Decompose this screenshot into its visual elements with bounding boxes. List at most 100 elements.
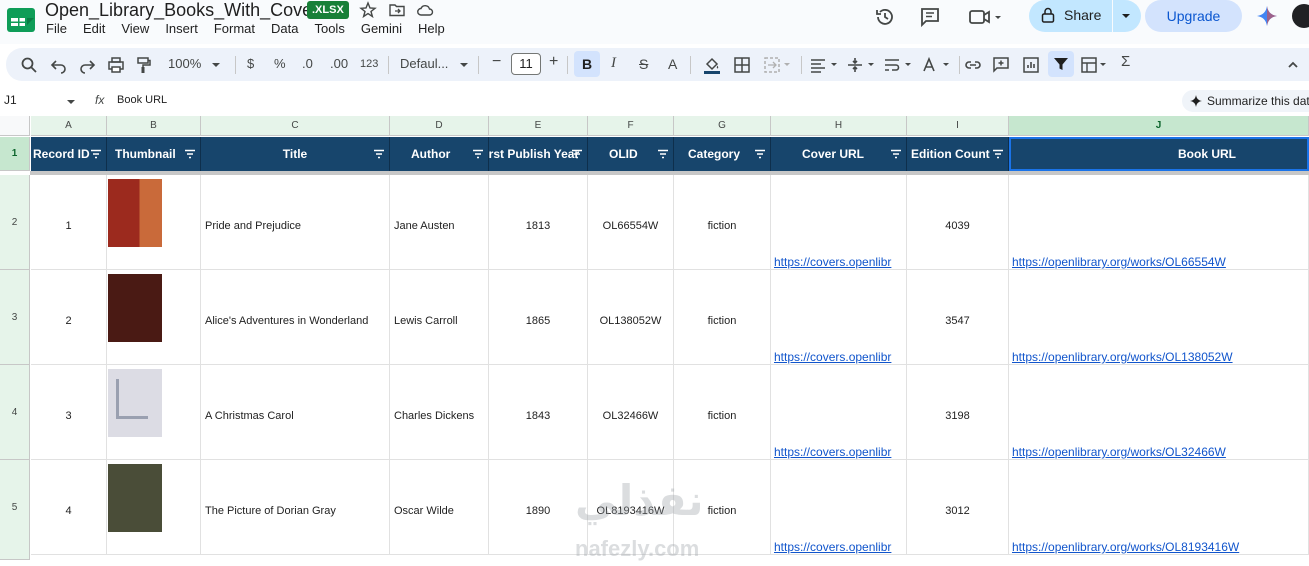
thumbnail-cell[interactable] [107, 365, 201, 460]
column-header-e[interactable]: E [489, 116, 588, 136]
book-url-link[interactable]: https://openlibrary.org/works/OL66554W [1012, 255, 1226, 269]
olid-cell[interactable]: OL66554W [588, 175, 674, 270]
formula-input[interactable]: Book URL [117, 94, 167, 106]
zoom-select[interactable]: 100% [168, 56, 201, 72]
menu-format[interactable]: Format [214, 21, 255, 37]
book-url-cell[interactable]: https://openlibrary.org/works/OL66554W [1009, 175, 1309, 270]
record-id-cell[interactable]: 1 [31, 175, 107, 270]
cover-url-cell[interactable]: https://covers.openlibr [771, 460, 907, 555]
search-menus-icon[interactable] [20, 56, 38, 74]
menu-insert[interactable]: Insert [165, 21, 198, 37]
filter-views-icon[interactable] [1080, 56, 1110, 74]
redo-icon[interactable] [78, 56, 96, 74]
cover-url-cell[interactable]: https://covers.openlibr [771, 270, 907, 365]
comments-icon[interactable] [919, 6, 941, 28]
header-cell-thumbnail[interactable]: Thumbnail [107, 137, 201, 171]
select-all-corner[interactable] [0, 116, 30, 136]
row-header-3[interactable]: 3 [0, 270, 30, 365]
title-cell[interactable]: The Picture of Dorian Gray [201, 460, 390, 555]
column-filter-icon[interactable] [90, 148, 102, 160]
text-color-button[interactable]: A [668, 56, 677, 72]
olid-cell[interactable]: OL138052W [588, 270, 674, 365]
insert-link-icon[interactable] [964, 56, 982, 74]
title-cell[interactable]: Alice's Adventures in Wonderland [201, 270, 390, 365]
header-cell-book-url[interactable]: Book URL [1009, 137, 1309, 171]
gemini-sparkle-icon[interactable] [1256, 5, 1278, 27]
book-url-link[interactable]: https://openlibrary.org/works/OL32466W [1012, 445, 1226, 459]
text-rotation-icon[interactable] [921, 56, 953, 74]
publish-year-cell[interactable]: 1890 [489, 460, 588, 555]
currency-format-button[interactable]: $ [247, 56, 254, 72]
header-cell-title[interactable]: Title [201, 137, 390, 171]
cloud-status-icon[interactable] [416, 1, 434, 19]
edition-count-cell[interactable]: 4039 [907, 175, 1009, 270]
book-url-link[interactable]: https://openlibrary.org/works/OL138052W [1012, 350, 1233, 364]
text-wrapping-icon[interactable] [883, 56, 915, 74]
record-id-cell[interactable]: 4 [31, 460, 107, 555]
insert-comment-icon[interactable] [992, 56, 1010, 74]
name-box-chevron-down-icon[interactable] [66, 98, 76, 106]
column-filter-icon[interactable] [373, 148, 385, 160]
record-id-cell[interactable]: 3 [31, 365, 107, 460]
column-filter-icon[interactable] [571, 148, 583, 160]
share-options-chevron-icon[interactable] [1119, 9, 1133, 23]
name-box[interactable]: J1 [4, 93, 17, 107]
thumbnail-cell[interactable] [107, 460, 201, 555]
font-size-input[interactable]: 11 [511, 53, 541, 75]
borders-icon[interactable] [733, 56, 751, 74]
olid-cell[interactable]: OL8193416W [588, 460, 674, 555]
column-filter-icon[interactable] [184, 148, 196, 160]
column-filter-icon[interactable] [992, 148, 1004, 160]
book-url-link[interactable]: https://openlibrary.org/works/OL8193416W [1012, 540, 1239, 554]
column-header-c[interactable]: C [201, 116, 390, 136]
header-cell-author[interactable]: Author [390, 137, 489, 171]
document-title[interactable]: Open_Library_Books_With_Covers [45, 0, 327, 21]
column-filter-icon[interactable] [472, 148, 484, 160]
create-filter-button[interactable] [1048, 51, 1074, 77]
column-header-g[interactable]: G [674, 116, 771, 136]
category-cell[interactable]: fiction [674, 365, 771, 460]
sheets-logo-icon[interactable] [6, 5, 36, 35]
header-cell-edition-count[interactable]: Edition Count [907, 137, 1009, 171]
title-cell[interactable]: Pride and Prejudice [201, 175, 390, 270]
book-url-cell[interactable]: https://openlibrary.org/works/OL8193416W [1009, 460, 1309, 555]
publish-year-cell[interactable]: 1843 [489, 365, 588, 460]
font-chevron-down-icon[interactable] [458, 56, 470, 74]
author-cell[interactable]: Jane Austen [390, 175, 489, 270]
author-cell[interactable]: Charles Dickens [390, 365, 489, 460]
column-filter-icon[interactable] [890, 148, 902, 160]
font-family-select[interactable]: Defaul... [400, 56, 448, 72]
menu-view[interactable]: View [121, 21, 149, 37]
meet-video-icon[interactable] [968, 6, 1004, 28]
column-header-i[interactable]: I [907, 116, 1009, 136]
column-header-f[interactable]: F [588, 116, 674, 136]
row-header-5[interactable]: 5 [0, 460, 30, 560]
menu-tools[interactable]: Tools [314, 21, 344, 37]
bold-button[interactable]: B [574, 51, 600, 77]
cover-url-cell[interactable]: https://covers.openlibr [771, 175, 907, 270]
decrease-decimal-button[interactable]: .0 [302, 56, 313, 72]
cover-url-link[interactable]: https://covers.openlibr [774, 350, 891, 364]
print-icon[interactable] [107, 56, 125, 74]
row-header-4[interactable]: 4 [0, 365, 30, 460]
column-header-h[interactable]: H [771, 116, 907, 136]
upgrade-button[interactable]: Upgrade [1145, 0, 1242, 32]
toolbar-collapse-chevron-up-icon[interactable] [1286, 56, 1300, 74]
merge-cells-icon[interactable] [763, 56, 793, 74]
functions-button[interactable]: Σ [1121, 54, 1130, 70]
menu-gemini[interactable]: Gemini [361, 21, 402, 37]
publish-year-cell[interactable]: 1813 [489, 175, 588, 270]
increase-decimal-button[interactable]: .00 [330, 56, 348, 72]
header-cell-first-publish-year[interactable]: First Publish Year [489, 137, 588, 171]
column-header-j[interactable]: J [1009, 116, 1309, 136]
move-folder-icon[interactable] [388, 1, 406, 19]
star-icon[interactable] [359, 1, 377, 19]
undo-icon[interactable] [50, 56, 68, 74]
column-header-d[interactable]: D [390, 116, 489, 136]
edition-count-cell[interactable]: 3198 [907, 365, 1009, 460]
edition-count-cell[interactable]: 3012 [907, 460, 1009, 555]
cover-url-cell[interactable]: https://covers.openlibr [771, 365, 907, 460]
header-cell-record-id[interactable]: Record ID [31, 137, 107, 171]
header-cell-category[interactable]: Category [674, 137, 771, 171]
book-url-cell[interactable]: https://openlibrary.org/works/OL32466W [1009, 365, 1309, 460]
